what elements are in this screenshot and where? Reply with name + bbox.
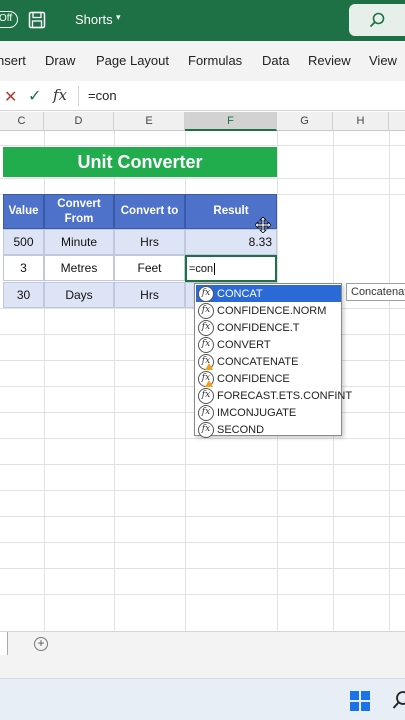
sheet-title-banner[interactable]: Unit Converter (3, 147, 277, 177)
grid-line (389, 131, 390, 631)
autocomplete-item[interactable]: fx CONFIDENCE.T (196, 319, 341, 336)
column-header-g[interactable]: G (277, 112, 333, 131)
cancel-icon[interactable]: ✕ (4, 87, 17, 107)
grid-line (0, 490, 405, 491)
header-value[interactable]: Value (3, 194, 44, 229)
table-cell[interactable]: Metres (44, 255, 114, 281)
column-header-e[interactable]: E (114, 112, 185, 131)
move-cursor-icon (255, 217, 271, 233)
function-icon: fx (198, 387, 214, 404)
autocomplete-item-label: CONCAT (217, 287, 263, 300)
grid-line (0, 178, 405, 179)
grid-line (0, 568, 405, 569)
column-headers: C D E F G H (0, 112, 405, 131)
table-cell[interactable]: Feet (114, 255, 185, 281)
status-bar (0, 656, 405, 678)
autocomplete-item[interactable]: fx CONCAT (196, 285, 341, 302)
function-icon: fx (198, 285, 214, 302)
grid-line (0, 516, 405, 517)
windows-start-icon[interactable] (350, 691, 370, 711)
tab-data[interactable]: Data (262, 53, 289, 68)
autocomplete-item-label: CONVERT (217, 338, 271, 351)
function-icon: fx (198, 302, 214, 319)
tab-insert[interactable]: nsert (0, 53, 26, 68)
table-cell[interactable]: Days (44, 282, 114, 308)
grid-line (0, 145, 405, 146)
table-cell[interactable]: Minute (44, 229, 114, 255)
enter-icon[interactable]: ✓ (28, 86, 41, 106)
table-cell[interactable]: 3 (3, 255, 44, 281)
active-cell-editor[interactable]: =con (185, 255, 277, 282)
autocomplete-item-label: CONFIDENCE (217, 372, 290, 385)
function-icon: fx (198, 404, 214, 421)
grid-line (0, 464, 405, 465)
title-bar: Off Shorts ▾ (0, 0, 405, 41)
column-header-f[interactable]: F (185, 112, 277, 131)
autocomplete-item[interactable]: fx CONFIDENCE (196, 370, 341, 387)
autocomplete-item[interactable]: fx FORECAST.ETS.CONFINT (196, 387, 352, 404)
autosave-toggle[interactable]: Off (0, 11, 18, 28)
autocomplete-item-label: CONCATENATE (217, 355, 299, 368)
function-icon: fx (198, 353, 214, 370)
grid-line (0, 542, 405, 543)
formula-bar-divider (78, 86, 79, 106)
grid-line (0, 594, 405, 595)
autocomplete-item-label: IMCONJUGATE (217, 406, 297, 419)
tab-view[interactable]: View (369, 53, 397, 68)
function-icon: fx (198, 319, 214, 336)
warning-icon (205, 379, 213, 387)
ribbon-tabs: nsert Draw Page Layout Formulas Data Rev… (0, 41, 405, 81)
header-convert-from[interactable]: Convert From (44, 194, 114, 229)
autocomplete-item[interactable]: fx CONFIDENCE.NORM (196, 302, 341, 319)
document-title[interactable]: Shorts (75, 12, 113, 27)
tab-formulas[interactable]: Formulas (188, 53, 242, 68)
taskbar-search-icon[interactable] (392, 690, 405, 710)
formula-bar: ✕ ✓ fx =con (0, 81, 405, 111)
insert-function-icon[interactable]: fx (53, 86, 67, 104)
column-header-c[interactable]: C (0, 112, 44, 131)
autocomplete-item-label: CONFIDENCE.NORM (217, 304, 327, 317)
warning-icon (205, 362, 213, 370)
formula-input[interactable]: =con (88, 88, 117, 103)
autocomplete-item[interactable]: fx SECOND (196, 421, 341, 438)
autocomplete-item[interactable]: fx CONVERT (196, 336, 341, 353)
autocomplete-item-label: CONFIDENCE.T (217, 321, 300, 334)
function-icon: fx (198, 370, 214, 387)
sheet-tab[interactable] (0, 632, 8, 655)
search-icon (369, 12, 385, 28)
active-cell-text: =con (189, 262, 214, 275)
tab-review[interactable]: Review (308, 53, 351, 68)
search-button[interactable] (349, 4, 405, 36)
grid-line (0, 438, 405, 439)
save-icon[interactable] (28, 11, 46, 29)
taskbar (0, 678, 405, 720)
column-header-h[interactable]: H (333, 112, 389, 131)
autocomplete-item[interactable]: fx CONCATENATE (196, 353, 341, 370)
function-icon: fx (198, 336, 214, 353)
autosave-toggle-label: Off (0, 13, 13, 24)
add-sheet-button[interactable]: + (34, 637, 48, 651)
chevron-down-icon[interactable]: ▾ (116, 12, 121, 23)
autocomplete-item[interactable]: fx IMCONJUGATE (196, 404, 341, 421)
column-header-d[interactable]: D (44, 112, 114, 131)
function-autocomplete-list[interactable]: fx CONCAT fx CONFIDENCE.NORM fx CONFIDENCE.T f… (194, 283, 352, 438)
table-cell[interactable]: 500 (3, 229, 44, 255)
table-cell[interactable]: Hrs (114, 282, 185, 308)
function-tooltip: Concatenates (346, 283, 405, 301)
autocomplete-item-label: FORECAST.ETS.CONFINT (217, 389, 353, 402)
tab-page-layout[interactable]: Page Layout (96, 53, 169, 68)
table-cell[interactable]: Hrs (114, 229, 185, 255)
table-cell[interactable]: 30 (3, 282, 44, 308)
function-icon: fx (198, 421, 214, 438)
autocomplete-item-label: SECOND (217, 423, 265, 436)
text-cursor (214, 262, 216, 275)
header-convert-to[interactable]: Convert to (114, 194, 185, 229)
sheet-tab-bar: + (0, 631, 405, 656)
tab-draw[interactable]: Draw (45, 53, 75, 68)
